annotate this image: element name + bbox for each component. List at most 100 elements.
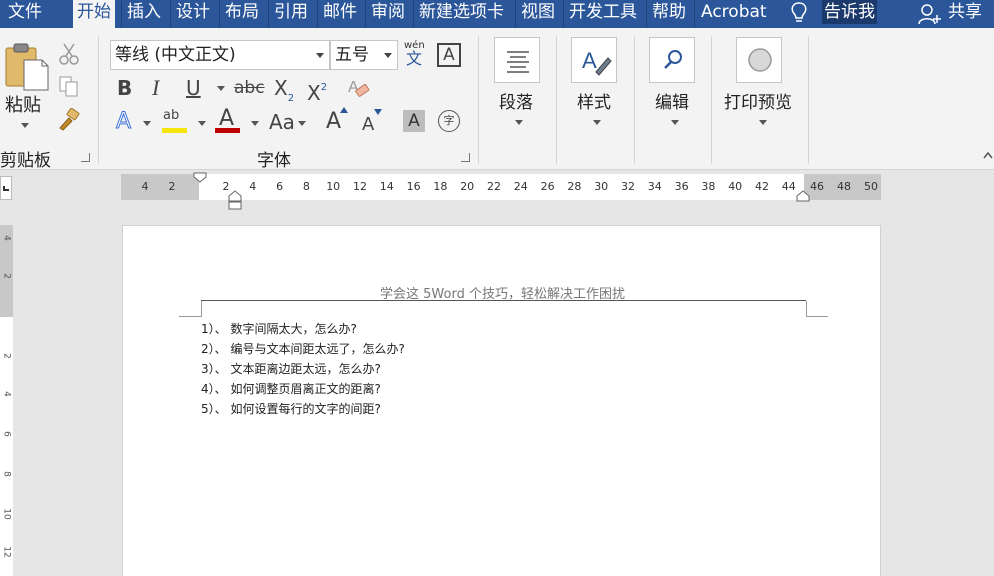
- tab-acrobat[interactable]: Acrobat: [701, 0, 767, 28]
- enclose-characters-button[interactable]: 字: [438, 110, 460, 132]
- copy-icon[interactable]: [58, 75, 80, 99]
- ruler-number: 46: [810, 180, 824, 193]
- share-person-icon[interactable]: [918, 2, 942, 26]
- tab-help[interactable]: 帮助: [652, 0, 686, 28]
- ruler-number: 36: [674, 180, 689, 193]
- tab-selector[interactable]: [0, 176, 12, 200]
- character-border-icon[interactable]: A: [437, 43, 461, 67]
- paragraph-label[interactable]: 段落: [499, 88, 533, 113]
- document-line[interactable]: 5）、 如何设置每行的文字的间距?: [201, 400, 381, 417]
- editing-label[interactable]: 编辑: [655, 88, 689, 113]
- ruler-number: 42: [755, 180, 769, 193]
- first-line-indent-marker[interactable]: [193, 172, 207, 184]
- highlight-dropdown-arrow[interactable]: [198, 121, 206, 126]
- paragraph-dropdown-arrow[interactable]: [515, 120, 523, 125]
- document-line[interactable]: 1）、 数字间隔太大，怎么办?: [201, 320, 357, 337]
- font-name-combo[interactable]: 等线 (中文正文): [110, 40, 330, 70]
- grow-font-button[interactable]: A: [326, 109, 341, 135]
- left-margin-area: [121, 174, 199, 200]
- share-button[interactable]: 共享: [948, 0, 982, 28]
- underline-dropdown-arrow[interactable]: [217, 86, 225, 91]
- change-case-dropdown-arrow[interactable]: [298, 121, 306, 126]
- bold-button[interactable]: B: [117, 75, 132, 101]
- left-tab-stop-icon: [3, 186, 9, 191]
- styles-dropdown-arrow[interactable]: [593, 120, 601, 125]
- editing-dropdown-arrow[interactable]: [671, 120, 679, 125]
- tab-developer[interactable]: 开发工具: [569, 0, 637, 28]
- tab-layout[interactable]: 布局: [225, 0, 259, 28]
- styles-label[interactable]: 样式: [577, 88, 611, 113]
- superscript-button[interactable]: X2: [307, 75, 327, 106]
- ruler-number: 34: [647, 180, 662, 193]
- tab-mailings[interactable]: 邮件: [323, 0, 357, 28]
- print-preview-dropdown-arrow[interactable]: [759, 120, 767, 125]
- tab-home[interactable]: 开始: [73, 0, 115, 28]
- tab-divider: [317, 0, 318, 28]
- document-line[interactable]: 3）、 文本距离边距太远，怎么办?: [201, 360, 381, 377]
- paste-label[interactable]: 粘贴: [5, 91, 41, 117]
- tab-design[interactable]: 设计: [176, 0, 210, 28]
- paste-icon[interactable]: [4, 42, 50, 92]
- text-effect-dropdown-arrow[interactable]: [143, 121, 151, 126]
- paragraph-button-box[interactable]: [494, 37, 540, 83]
- font-dialog-launcher[interactable]: [461, 153, 470, 162]
- vertical-ruler-number: 12: [1, 546, 12, 558]
- vertical-ruler-number: 10: [1, 508, 12, 520]
- tab-file[interactable]: 文件: [8, 0, 42, 28]
- print-preview-button-box[interactable]: [736, 37, 782, 83]
- phonetic-guide-icon[interactable]: 文: [406, 50, 422, 68]
- ruler-number: 10: [326, 180, 341, 193]
- strikethrough-button[interactable]: abc: [234, 75, 265, 101]
- tab-review[interactable]: 审阅: [371, 0, 405, 28]
- group-separator: [556, 36, 557, 164]
- change-case-button[interactable]: Aa: [269, 109, 295, 135]
- document-line[interactable]: 2）、 编号与文本间距太远了，怎么办?: [201, 340, 405, 357]
- ruler-number: 6: [276, 180, 284, 193]
- vertical-ruler-number: 8: [1, 471, 12, 477]
- text-effect-button[interactable]: A: [115, 109, 131, 135]
- tab-divider: [563, 0, 564, 28]
- shrink-arrow-icon: [374, 109, 382, 115]
- styles-button-box[interactable]: A: [571, 37, 617, 83]
- ruler-number: 44: [781, 180, 796, 193]
- styles-pen-icon: A: [582, 48, 612, 76]
- font-color-bar: [215, 128, 240, 133]
- paste-dropdown-arrow[interactable]: [21, 123, 29, 128]
- document-page[interactable]: 学会这 5Word 个技巧，轻松解决工作困扰 1）、 数字间隔太大，怎么办? 2…: [122, 225, 881, 576]
- italic-button[interactable]: I: [152, 75, 159, 101]
- document-line[interactable]: 4）、 如何调整页眉离正文的距离?: [201, 380, 381, 397]
- format-painter-icon[interactable]: [56, 108, 82, 132]
- cut-scissors-icon[interactable]: [58, 42, 80, 66]
- subscript-button[interactable]: X2: [274, 75, 294, 112]
- grow-arrow-icon: [340, 107, 348, 113]
- right-indent-marker[interactable]: [796, 190, 810, 202]
- print-preview-label[interactable]: 打印预览: [724, 88, 792, 113]
- clear-formatting-icon[interactable]: A: [346, 76, 372, 102]
- tab-new-tab[interactable]: 新建选项卡: [419, 0, 504, 28]
- ribbon: 粘贴 剪贴板 等线 (中文正文) 五号 wén 文 A B I U abc X2…: [0, 28, 994, 171]
- font-size-value: 五号: [335, 45, 369, 65]
- header-margin-corner: [179, 316, 201, 317]
- font-color-dropdown-arrow[interactable]: [251, 121, 259, 126]
- vertical-ruler-number: 4: [1, 391, 12, 397]
- character-shading-button[interactable]: A: [403, 110, 425, 132]
- tab-view[interactable]: 视图: [521, 0, 555, 28]
- editing-button-box[interactable]: [649, 37, 695, 83]
- shrink-font-button[interactable]: A: [362, 112, 374, 138]
- tab-references[interactable]: 引用: [274, 0, 308, 28]
- collapse-ribbon-chevron-up-icon[interactable]: [982, 150, 994, 160]
- tell-me-box[interactable]: 告诉我: [822, 0, 877, 24]
- underline-button[interactable]: U: [186, 75, 201, 101]
- horizontal-ruler[interactable]: 42 2 4 6 8 10 12 14 16 18 20 22 24 26 28 30 32 34 36 38 40 4…: [121, 172, 881, 210]
- vertical-ruler-number: 6: [1, 431, 12, 437]
- lightbulb-icon[interactable]: [788, 0, 810, 26]
- ruler-number: 2: [168, 180, 176, 193]
- clipboard-dialog-launcher[interactable]: [81, 153, 90, 162]
- subscript-letter: X: [274, 76, 288, 100]
- font-size-combo[interactable]: 五号: [330, 40, 398, 70]
- hanging-indent-marker[interactable]: [228, 190, 242, 210]
- vertical-ruler[interactable]: 4 2 2 4 6 8 10 12: [0, 225, 13, 576]
- tab-insert[interactable]: 插入: [127, 0, 161, 28]
- highlight-button[interactable]: ab: [163, 106, 179, 126]
- svg-text:A: A: [582, 48, 597, 73]
